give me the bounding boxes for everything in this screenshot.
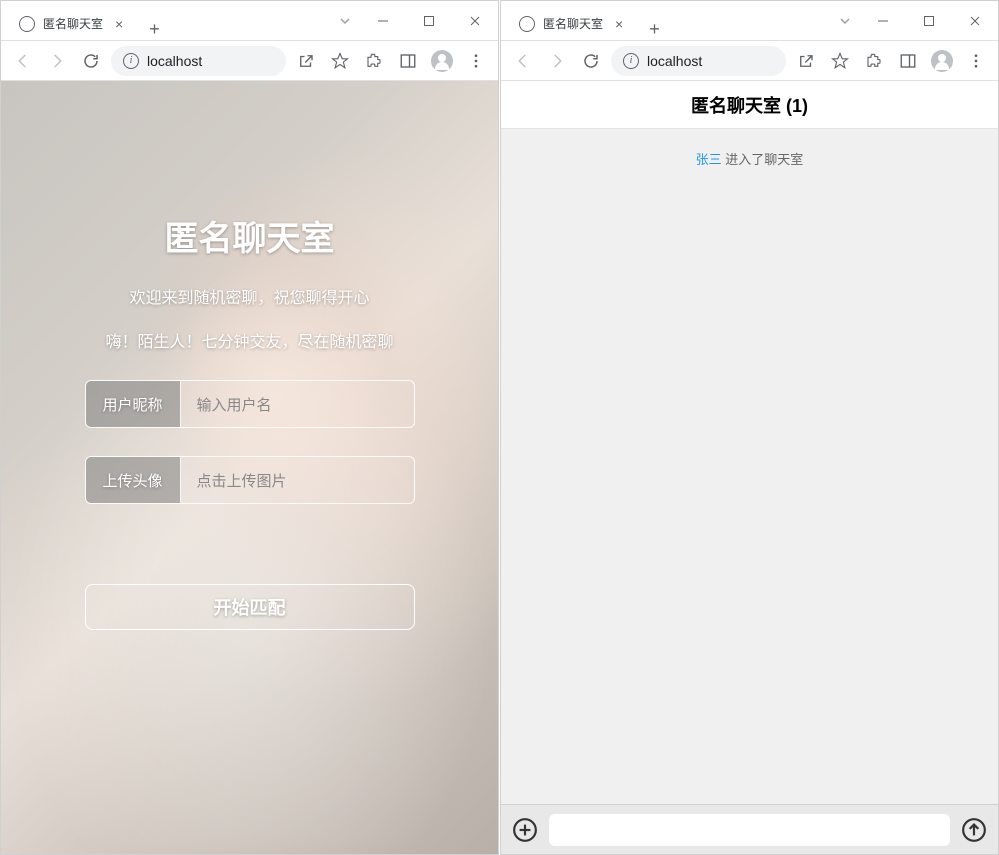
login-overlay: 匿名聊天室 欢迎来到随机密聊，祝您聊得开心 嗨！陌生人！七分钟交友，尽在随机密聊…	[1, 81, 498, 854]
subtitle-1: 欢迎来到随机密聊，祝您聊得开心	[129, 284, 369, 308]
chat-messages: 张三 进入了聊天室	[501, 129, 998, 804]
share-icon[interactable]	[292, 47, 320, 75]
globe-icon	[19, 16, 35, 32]
new-tab-button[interactable]: +	[637, 19, 672, 40]
nickname-row: 用户昵称 输入用户名	[85, 380, 415, 428]
dropdown-icon[interactable]	[330, 5, 360, 37]
maximize-button[interactable]	[906, 5, 952, 37]
browser-window-right: 匿名聊天室 × + localhost 匿名聊天室 (1)	[500, 0, 999, 855]
sidepanel-icon[interactable]	[894, 47, 922, 75]
system-action: 进入了聊天室	[722, 152, 804, 167]
chat-room-header: 匿名聊天室 (1)	[501, 81, 998, 129]
system-message: 张三 进入了聊天室	[511, 149, 988, 168]
tabs-area: 匿名聊天室 × +	[1, 1, 330, 40]
add-attachment-button[interactable]	[511, 816, 539, 844]
maximize-button[interactable]	[406, 5, 452, 37]
nickname-label: 用户昵称	[86, 381, 181, 427]
menu-icon[interactable]	[962, 47, 990, 75]
address-bar[interactable]: localhost	[611, 46, 786, 76]
extensions-icon[interactable]	[360, 47, 388, 75]
avatar-row: 上传头像 点击上传图片	[85, 456, 415, 504]
sidepanel-icon[interactable]	[394, 47, 422, 75]
tab-title: 匿名聊天室	[43, 15, 103, 32]
window-controls	[330, 5, 498, 37]
back-button[interactable]	[9, 47, 37, 75]
reload-button[interactable]	[77, 47, 105, 75]
send-button[interactable]	[960, 816, 988, 844]
forward-button[interactable]	[543, 47, 571, 75]
message-input[interactable]	[549, 814, 950, 846]
bookmark-icon[interactable]	[326, 47, 354, 75]
browser-tab[interactable]: 匿名聊天室 ×	[9, 7, 137, 40]
subtitle-2: 嗨！陌生人！七分钟交友，尽在随机密聊	[105, 328, 393, 352]
avatar-label: 上传头像	[86, 457, 181, 503]
profile-icon[interactable]	[428, 47, 456, 75]
tab-close-icon[interactable]: ×	[111, 16, 127, 32]
dropdown-icon[interactable]	[830, 5, 860, 37]
back-button[interactable]	[509, 47, 537, 75]
globe-icon	[519, 16, 535, 32]
page-content-chat: 匿名聊天室 (1) 张三 进入了聊天室	[501, 81, 998, 854]
system-user: 张三	[696, 152, 722, 167]
share-icon[interactable]	[792, 47, 820, 75]
close-button[interactable]	[952, 5, 998, 37]
browser-window-left: 匿名聊天室 × + localhost 匿名聊天室 欢迎来到随机密聊，祝您	[0, 0, 499, 855]
minimize-button[interactable]	[360, 5, 406, 37]
url-text: localhost	[647, 53, 702, 69]
page-content-login: 匿名聊天室 欢迎来到随机密聊，祝您聊得开心 嗨！陌生人！七分钟交友，尽在随机密聊…	[1, 81, 498, 854]
browser-toolbar: localhost	[501, 41, 998, 81]
avatar-upload[interactable]: 点击上传图片	[181, 457, 414, 503]
page-title: 匿名聊天室	[165, 211, 335, 260]
tab-title: 匿名聊天室	[543, 15, 603, 32]
start-match-button[interactable]: 开始匹配	[85, 584, 415, 630]
chat-input-bar	[501, 804, 998, 854]
window-controls	[830, 5, 998, 37]
site-info-icon[interactable]	[623, 53, 639, 69]
site-info-icon[interactable]	[123, 53, 139, 69]
browser-toolbar: localhost	[1, 41, 498, 81]
reload-button[interactable]	[577, 47, 605, 75]
nickname-input[interactable]: 输入用户名	[181, 381, 414, 427]
titlebar: 匿名聊天室 × +	[501, 1, 998, 41]
browser-tab[interactable]: 匿名聊天室 ×	[509, 7, 637, 40]
titlebar: 匿名聊天室 × +	[1, 1, 498, 41]
extensions-icon[interactable]	[860, 47, 888, 75]
tab-close-icon[interactable]: ×	[611, 16, 627, 32]
tabs-area: 匿名聊天室 × +	[501, 1, 830, 40]
forward-button[interactable]	[43, 47, 71, 75]
new-tab-button[interactable]: +	[137, 19, 172, 40]
address-bar[interactable]: localhost	[111, 46, 286, 76]
menu-icon[interactable]	[462, 47, 490, 75]
url-text: localhost	[147, 53, 202, 69]
close-button[interactable]	[452, 5, 498, 37]
bookmark-icon[interactable]	[826, 47, 854, 75]
profile-icon[interactable]	[928, 47, 956, 75]
minimize-button[interactable]	[860, 5, 906, 37]
